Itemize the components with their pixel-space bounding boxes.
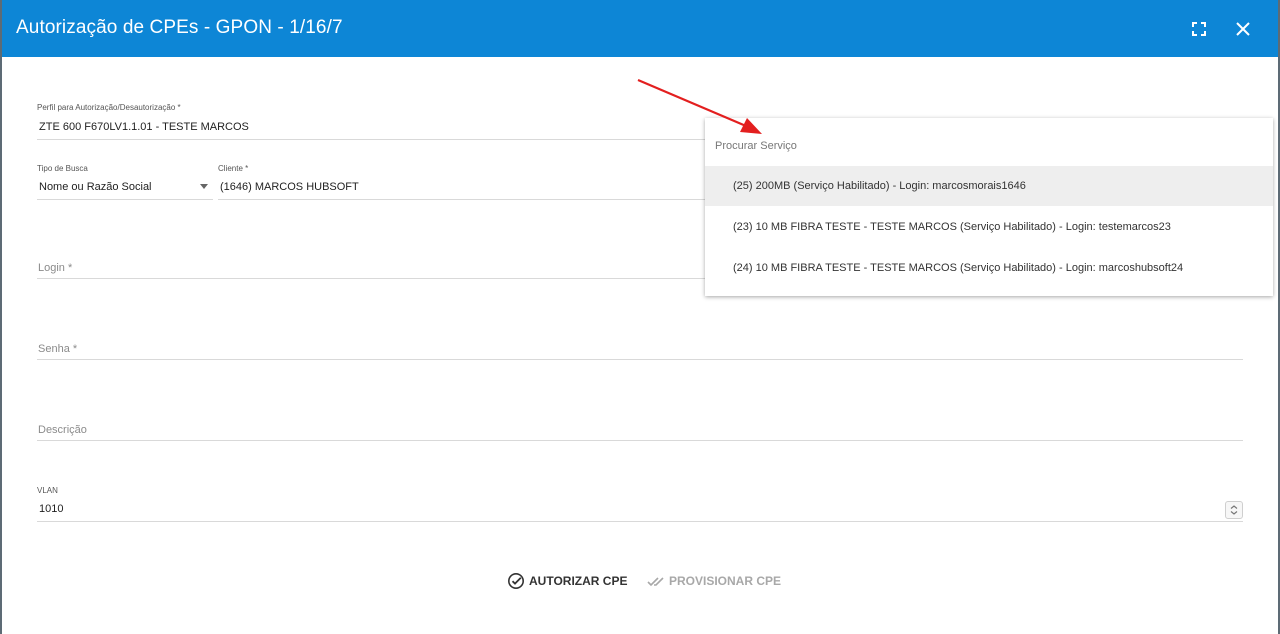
vlan-label: VLAN — [37, 486, 58, 495]
fullscreen-button[interactable] — [1187, 17, 1211, 41]
descricao-placeholder: Descrição — [38, 424, 87, 436]
vlan-spinner[interactable] — [1225, 501, 1243, 519]
service-search-input[interactable]: Procurar Serviço — [715, 140, 797, 152]
tipo-busca-underline — [37, 199, 213, 200]
double-check-icon — [647, 577, 664, 587]
perfil-value: ZTE 600 F670LV1.1.01 - TESTE MARCOS — [39, 121, 249, 133]
service-dropdown: Procurar Serviço (25) 200MB (Serviço Hab… — [705, 118, 1273, 296]
dialog-titlebar: Autorização de CPEs - GPON - 1/16/7 — [2, 0, 1278, 57]
service-option[interactable]: (24) 10 MB FIBRA TESTE - TESTE MARCOS (S… — [705, 248, 1273, 288]
close-button[interactable] — [1231, 17, 1255, 41]
cliente-label: Cliente * — [218, 164, 249, 173]
tipo-busca-label: Tipo de Busca — [37, 164, 88, 173]
dialog-title: Autorização de CPEs - GPON - 1/16/7 — [16, 17, 343, 38]
annotation-arrow — [637, 78, 762, 134]
login-placeholder: Login * — [38, 262, 73, 274]
perfil-label: Perfil para Autorização/Desautorização * — [37, 103, 181, 112]
service-option[interactable]: (25) 200MB (Serviço Habilitado) - Login:… — [705, 166, 1273, 206]
perfil-underline — [37, 139, 705, 140]
fullscreen-icon — [1192, 22, 1206, 36]
cliente-value: (1646) MARCOS HUBSOFT — [220, 181, 359, 193]
descricao-underline — [37, 440, 1243, 441]
vlan-underline — [37, 521, 1243, 522]
provision-cpe-label: PROVISIONAR CPE — [669, 574, 782, 588]
service-option[interactable]: (23) 10 MB FIBRA TESTE - TESTE MARCOS (S… — [705, 207, 1273, 247]
close-icon — [1236, 22, 1250, 36]
number-spinner-icon — [1230, 505, 1238, 515]
authorize-cpe-button[interactable]: AUTORIZAR CPE — [507, 572, 628, 590]
senha-placeholder: Senha * — [38, 343, 78, 355]
tipo-busca-value: Nome ou Razão Social — [39, 181, 152, 193]
login-underline — [37, 278, 705, 279]
cliente-underline — [218, 199, 705, 200]
vlan-value: 1010 — [39, 503, 64, 515]
authorization-dialog: Autorização de CPEs - GPON - 1/16/7 Perf… — [2, 0, 1278, 634]
senha-underline — [37, 359, 1243, 360]
check-circle-icon — [508, 573, 524, 589]
dropdown-caret-icon — [200, 184, 208, 189]
authorize-cpe-label: AUTORIZAR CPE — [529, 574, 628, 588]
provision-cpe-button[interactable]: PROVISIONAR CPE — [647, 572, 782, 590]
